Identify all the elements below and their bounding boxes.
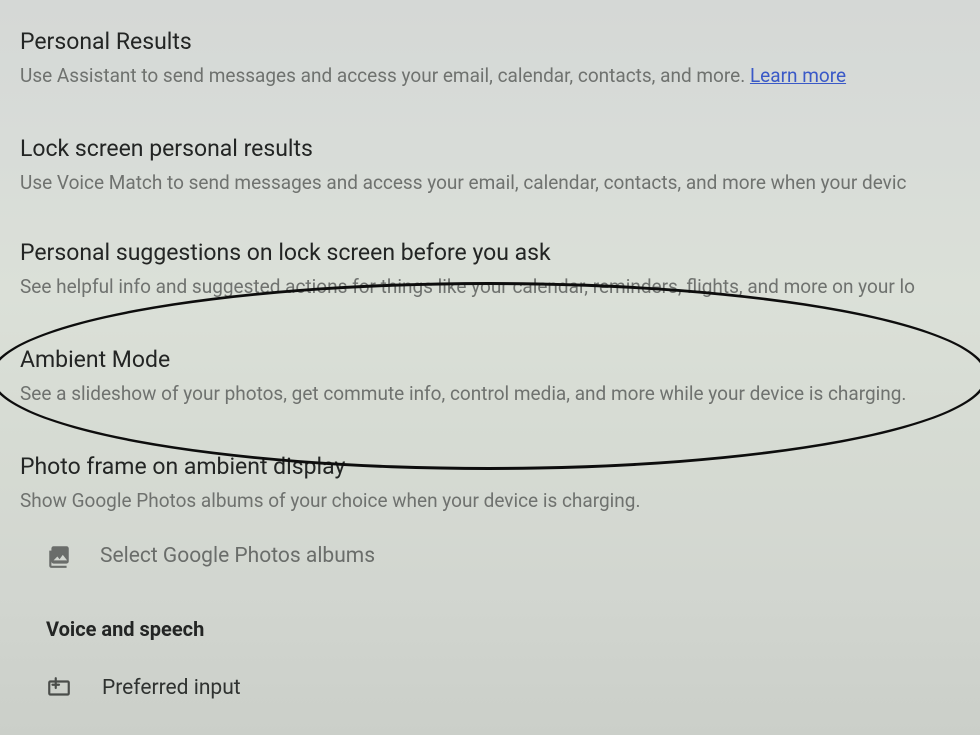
input-icon (46, 675, 72, 701)
select-photos-row[interactable]: Select Google Photos albums (20, 543, 960, 569)
setting-preferred-input[interactable]: Preferred input (20, 675, 960, 701)
photos-icon (46, 543, 72, 569)
setting-title: Ambient Mode (20, 346, 960, 373)
desc-text: Use Assistant to send messages and acces… (20, 64, 750, 87)
setting-title: Photo frame on ambient display (20, 453, 960, 480)
section-voice-speech: Voice and speech (20, 617, 960, 641)
select-photos-label: Select Google Photos albums (100, 544, 375, 568)
setting-desc: Use Voice Match to send messages and acc… (20, 170, 960, 196)
setting-personal-results[interactable]: Personal Results Use Assistant to send m… (20, 28, 960, 89)
setting-personal-suggestions[interactable]: Personal suggestions on lock screen befo… (20, 239, 960, 300)
setting-ambient-mode[interactable]: Ambient Mode See a slideshow of your pho… (20, 346, 960, 407)
preferred-input-label: Preferred input (102, 676, 241, 700)
setting-title: Personal Results (20, 28, 960, 55)
setting-title: Lock screen personal results (20, 135, 960, 162)
setting-desc: Show Google Photos albums of your choice… (20, 488, 960, 514)
setting-photo-frame[interactable]: Photo frame on ambient display Show Goog… (20, 453, 960, 514)
setting-desc: See a slideshow of your photos, get comm… (20, 381, 960, 407)
learn-more-link[interactable]: Learn more (750, 64, 846, 87)
setting-title: Personal suggestions on lock screen befo… (20, 239, 960, 266)
setting-lock-screen-personal[interactable]: Lock screen personal results Use Voice M… (20, 135, 960, 196)
setting-desc: Use Assistant to send messages and acces… (20, 63, 960, 89)
setting-desc: See helpful info and suggested actions f… (20, 274, 960, 300)
